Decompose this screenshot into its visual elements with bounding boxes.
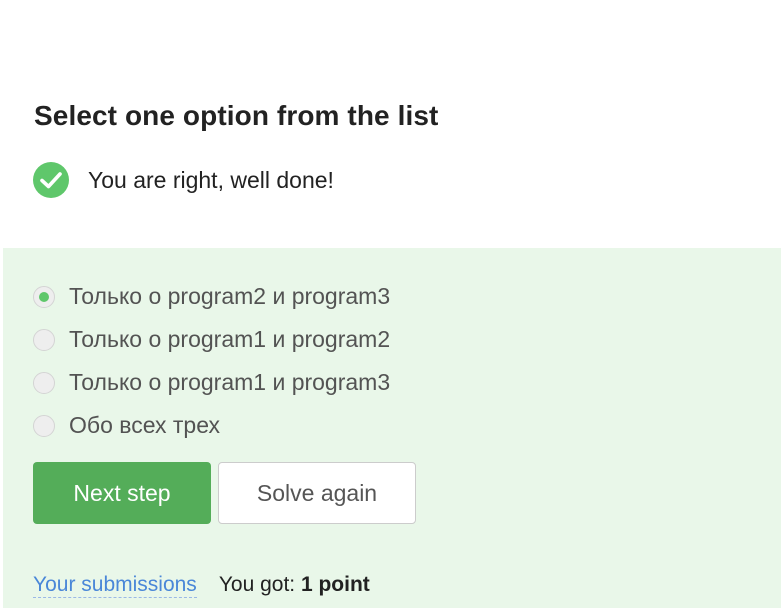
solve-again-button[interactable]: Solve again [218,462,416,524]
feedback-message: You are right, well done! [33,162,334,198]
option-3[interactable]: Только о program1 и program3 [33,361,390,404]
radio-button[interactable] [33,371,55,394]
option-label: Только о program1 и program3 [69,369,391,395]
check-circle-icon [33,162,69,198]
radio-button[interactable] [33,328,55,351]
option-4[interactable]: Обо всех трех [33,404,390,447]
feedback-text: You are right, well done! [88,166,334,193]
answer-panel: Только о program2 и program3 Только о pr… [3,248,781,608]
radio-button-selected[interactable] [33,285,55,308]
next-step-button[interactable]: Next step [33,462,211,524]
radio-button[interactable] [33,414,55,437]
option-label: Обо всех трех [69,412,220,438]
your-submissions-link[interactable]: Your submissions [33,573,197,598]
option-label: Только о program1 и program2 [69,326,391,352]
submission-footer: Your submissions You got: 1 point [33,573,370,598]
options-list: Только о program2 и program3 Только о pr… [33,275,390,447]
option-2[interactable]: Только о program1 и program2 [33,318,390,361]
score-prefix: You got: [218,573,301,596]
score-text: You got: 1 point [219,573,370,597]
quiz-page: Select one option from the list You are … [0,0,781,608]
radio-dot-icon [39,291,49,302]
question-title: Select one option from the list [34,100,439,131]
option-1[interactable]: Только о program2 и program3 [33,275,390,318]
score-value: 1 point [300,573,370,596]
option-label: Только о program2 и program3 [69,283,391,309]
